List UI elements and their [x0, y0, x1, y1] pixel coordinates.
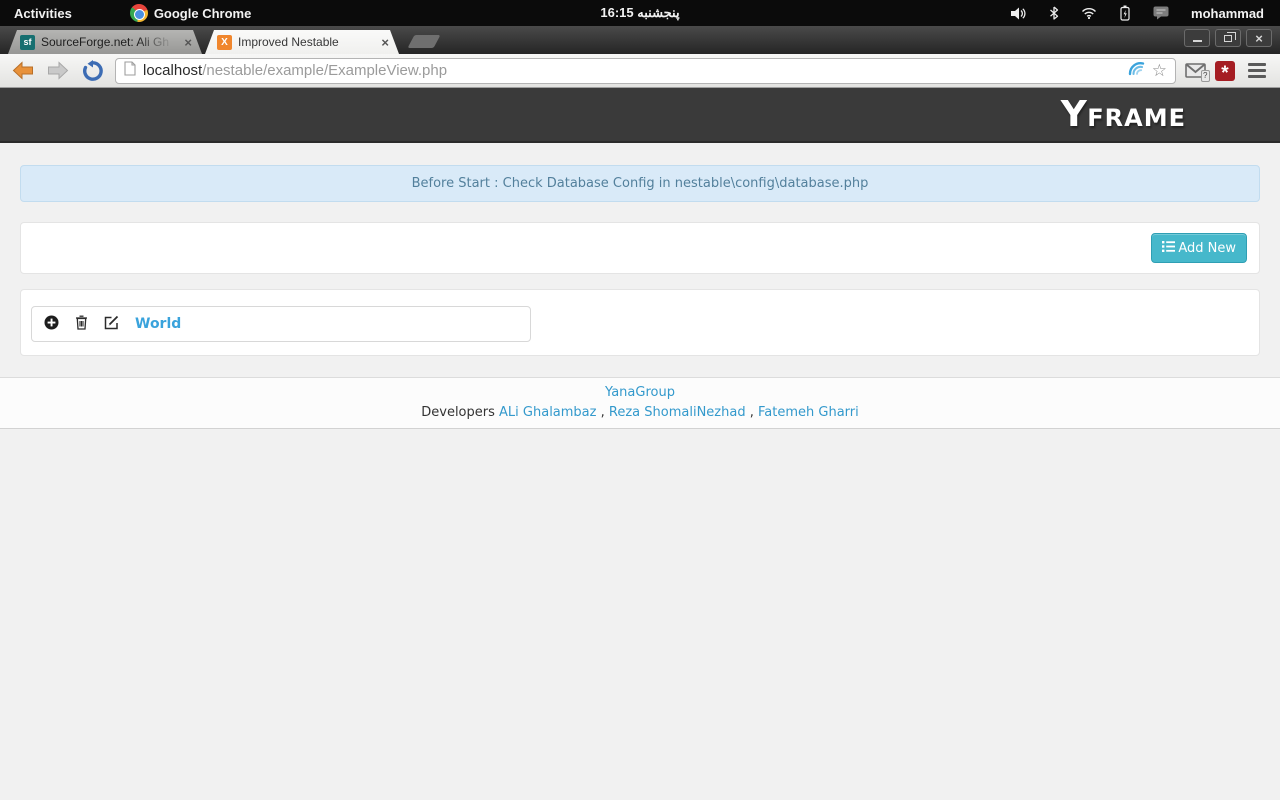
volume-icon[interactable] [1011, 7, 1027, 20]
chat-icon[interactable] [1153, 6, 1169, 20]
developer-link-2[interactable]: Reza ShomaliNezhad [609, 405, 746, 420]
address-bar[interactable]: localhost/nestable/example/ExampleView.p… [115, 57, 1176, 84]
tab-sourceforge[interactable]: sf SourceForge.net: Ali Gh × [8, 30, 202, 54]
developer-link-3[interactable]: Fatemeh Gharri [758, 405, 859, 420]
back-button[interactable] [10, 58, 36, 84]
plus-circle-icon[interactable] [44, 315, 59, 334]
edit-icon[interactable] [104, 315, 119, 334]
bookmark-star-icon[interactable]: ☆ [1152, 62, 1167, 79]
gmail-icon[interactable]: ? [1185, 63, 1210, 82]
username[interactable]: mohammad [1191, 6, 1264, 21]
tab-close-icon[interactable]: × [184, 35, 192, 50]
wave-icon[interactable] [1127, 61, 1145, 80]
comma-separator: , [749, 405, 754, 420]
logo-rest: FRAME [1087, 104, 1186, 132]
page-icon [124, 61, 136, 80]
wifi-icon[interactable] [1081, 7, 1097, 19]
alert-text: Before Start : Check Database Config in … [411, 176, 869, 191]
yanagroup-link[interactable]: YanaGroup [605, 385, 675, 400]
tab-title: Improved Nestable [238, 35, 339, 49]
trash-icon[interactable] [75, 315, 88, 334]
url-path: /nestable/example/ExampleView.php [202, 62, 448, 79]
tab-close-icon[interactable]: × [381, 35, 389, 50]
close-button[interactable]: × [1246, 29, 1272, 47]
browser-tab-strip: sf SourceForge.net: Ali Gh × X Improved … [0, 26, 1280, 54]
nestable-item-world[interactable]: World [31, 306, 531, 342]
window-controls: × [1184, 29, 1272, 47]
restore-icon [1224, 31, 1236, 42]
xampp-favicon-icon: X [217, 35, 232, 50]
restore-button[interactable] [1215, 29, 1241, 47]
sourceforge-favicon-icon: sf [20, 35, 35, 50]
list-icon [1162, 240, 1176, 256]
add-new-label: Add New [1178, 240, 1236, 256]
reload-button[interactable] [80, 58, 106, 84]
forward-button[interactable] [45, 58, 71, 84]
new-tab-button[interactable] [407, 35, 441, 48]
page-content: YFRAME Before Start : Check Database Con… [0, 88, 1280, 800]
gmail-badge: ? [1200, 70, 1210, 82]
gnome-top-bar: Activities Google Chrome 16:15 پنجشنبه m… [0, 0, 1280, 26]
bluetooth-icon[interactable] [1049, 6, 1059, 20]
lastpass-icon[interactable]: * [1215, 60, 1235, 84]
tab-title: SourceForge.net: Ali Gh [41, 35, 170, 49]
url-text[interactable]: localhost/nestable/example/ExampleView.p… [143, 62, 1120, 79]
close-icon: × [1255, 30, 1263, 46]
developer-link-1[interactable]: ALi Ghalambaz [499, 405, 596, 420]
item-label-link[interactable]: World [135, 316, 181, 332]
add-new-button[interactable]: Add New [1151, 233, 1247, 263]
site-header: YFRAME [0, 88, 1280, 143]
comma-separator: , [600, 405, 605, 420]
minimize-button[interactable] [1184, 29, 1210, 47]
site-footer: YanaGroup Developers ALi Ghalambaz , Rez… [0, 377, 1280, 429]
logo-first-letter: Y [1060, 94, 1088, 135]
page-background [0, 429, 1280, 789]
yframe-logo: YFRAME [1061, 94, 1186, 135]
url-host: localhost [143, 62, 203, 79]
developers-label: Developers [421, 405, 495, 420]
info-alert: Before Start : Check Database Config in … [20, 165, 1260, 202]
minimize-icon [1192, 40, 1202, 42]
battery-icon[interactable] [1119, 5, 1131, 21]
browser-toolbar: localhost/nestable/example/ExampleView.p… [0, 54, 1280, 88]
tab-improved-nestable[interactable]: X Improved Nestable × [205, 30, 399, 54]
menu-icon[interactable] [1244, 63, 1270, 78]
nestable-panel: World [20, 289, 1260, 356]
actions-panel: Add New [20, 222, 1260, 274]
